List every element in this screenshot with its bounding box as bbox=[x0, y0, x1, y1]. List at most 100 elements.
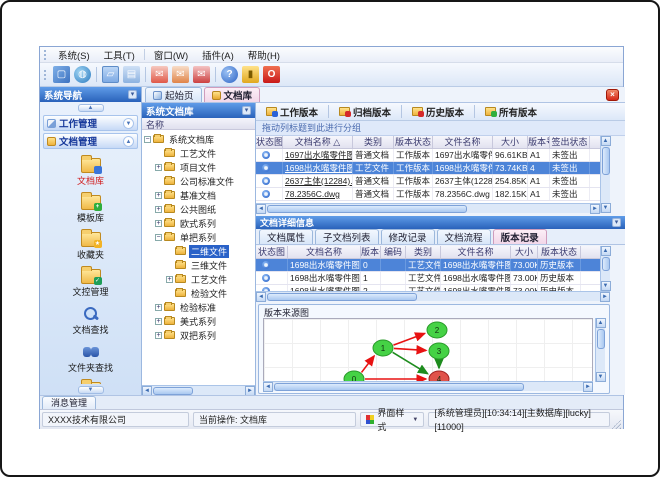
collapse-icon[interactable]: − bbox=[155, 233, 162, 241]
button-工作版本[interactable]: 工作版本 bbox=[260, 104, 324, 120]
tree-item-检验文件[interactable]: 检验文件 bbox=[142, 286, 255, 300]
folder-computer-icon[interactable]: ▤ bbox=[123, 66, 140, 83]
scroll-down-icon[interactable]: ▼ bbox=[600, 203, 611, 213]
expand-icon[interactable]: + bbox=[166, 275, 173, 283]
column-header-文件名称[interactable]: 文件名称 bbox=[441, 246, 511, 258]
sidebar-item-收藏夹[interactable]: ★ 收藏夹 bbox=[46, 227, 136, 263]
scrollbar-thumb[interactable] bbox=[274, 382, 524, 391]
graph-node-2[interactable]: 2 bbox=[426, 321, 448, 339]
scrollbar-thumb[interactable] bbox=[267, 204, 467, 213]
doc-table-horizontal-scrollbar[interactable]: ◄ ► bbox=[256, 203, 600, 214]
tab-版本记录[interactable]: 版本记录 bbox=[492, 229, 547, 244]
scroll-down-icon[interactable]: ▼ bbox=[600, 281, 611, 291]
tree-item-双把系列[interactable]: + 双把系列 bbox=[142, 328, 255, 342]
table-row[interactable]: 1698出水嘴零件图.dwg1工艺文件1698出水嘴零件图.dwg73.00KB… bbox=[256, 272, 600, 285]
mail-forward-icon[interactable]: ✉ bbox=[172, 66, 189, 83]
scroll-up-icon[interactable]: ▲ bbox=[600, 136, 611, 146]
doc-table-vertical-scrollbar[interactable]: ▲ ▼ bbox=[600, 136, 611, 213]
mail-icon[interactable]: ✉ bbox=[151, 66, 168, 83]
tree-item-检验标准[interactable]: + 检验标准 bbox=[142, 300, 255, 314]
column-header-编码[interactable]: 编码 bbox=[381, 246, 406, 258]
tree-item-公共图纸[interactable]: + 公共图纸 bbox=[142, 202, 255, 216]
scrollbar-thumb[interactable] bbox=[153, 386, 193, 395]
close-icon[interactable]: × bbox=[606, 89, 619, 101]
scroll-left-icon[interactable]: ◄ bbox=[256, 203, 266, 214]
table-row[interactable]: 2637主体(12284).dwg普通文档工作版本2637主体(12284).d… bbox=[256, 175, 600, 188]
column-header-文件名称[interactable]: 文件名称 bbox=[433, 136, 493, 148]
expand-icon[interactable]: + bbox=[155, 205, 162, 213]
menu-item-1[interactable]: 系统(S) bbox=[51, 47, 97, 63]
scroll-right-icon[interactable]: ► bbox=[590, 203, 600, 214]
expand-icon[interactable]: + bbox=[155, 303, 162, 311]
graph-horizontal-scrollbar[interactable]: ◄ ► bbox=[263, 381, 593, 392]
pin-icon[interactable]: ▾ bbox=[612, 218, 621, 227]
table-row[interactable]: 1698出水嘴零件图.dwg0工艺文件1698出水嘴零件图.dwg73.00KB… bbox=[256, 259, 600, 272]
menu-item-5[interactable]: 帮助(H) bbox=[241, 47, 287, 63]
expand-icon[interactable]: + bbox=[155, 331, 162, 339]
resize-grip[interactable] bbox=[611, 419, 621, 429]
tab-子文档列表[interactable]: 子文档列表 bbox=[315, 229, 379, 244]
scroll-down-icon[interactable]: ▼ bbox=[595, 372, 606, 382]
scrollbar-thumb[interactable] bbox=[601, 257, 610, 271]
graph-vertical-scrollbar[interactable]: ▲ ▼ bbox=[595, 318, 606, 382]
tree-item-美式系列[interactable]: + 美式系列 bbox=[142, 314, 255, 328]
sidebar-item-文控管理[interactable]: ✓ 文控管理 bbox=[46, 264, 136, 300]
sidebar-item-签出的文档[interactable]: ✓签出的文档 bbox=[46, 377, 136, 384]
ui-style-selector[interactable]: 界面样式 ▼ bbox=[360, 408, 425, 432]
column-header-大小[interactable]: 大小 bbox=[511, 246, 538, 258]
tree-item-欧式系列[interactable]: + 欧式系列 bbox=[142, 216, 255, 230]
chevron-up-icon[interactable]: ▲ bbox=[123, 135, 134, 147]
button-所有版本[interactable]: 所有版本 bbox=[479, 104, 543, 120]
graph-node-1[interactable]: 1 bbox=[372, 339, 394, 357]
scrollbar-thumb[interactable] bbox=[596, 329, 605, 349]
tab-修改记录[interactable]: 修改记录 bbox=[380, 229, 435, 244]
column-header-文档名称[interactable]: 文档名称 △ bbox=[283, 136, 353, 148]
version-table-vertical-scrollbar[interactable]: ▲ ▼ bbox=[600, 246, 611, 291]
tree-item-项目文件[interactable]: + 项目文件 bbox=[142, 160, 255, 174]
monitor-icon[interactable]: ▢ bbox=[53, 66, 70, 83]
sidebar-group-2[interactable]: 文档管理 ▲ bbox=[43, 133, 138, 149]
sidebar-item-文档库[interactable]: 文档库 bbox=[46, 153, 136, 189]
scroll-left-icon[interactable]: ◄ bbox=[263, 381, 273, 392]
tab-文档库[interactable]: 文档库 bbox=[203, 87, 261, 102]
sidebar-item-模板库[interactable]: + 模板库 bbox=[46, 190, 136, 226]
expand-icon[interactable]: + bbox=[155, 163, 162, 171]
button-历史版本[interactable]: 历史版本 bbox=[406, 104, 470, 120]
tree-item-二维文件[interactable]: 二维文件 bbox=[142, 244, 255, 258]
column-header-状态图[interactable]: 状态图 bbox=[256, 246, 288, 258]
lock-icon[interactable]: ▮ bbox=[242, 66, 259, 83]
sidebar-group-1[interactable]: 工作管理 ▼ bbox=[43, 115, 138, 131]
expand-icon[interactable]: + bbox=[155, 219, 162, 227]
globe-icon[interactable]: ◍ bbox=[74, 66, 91, 83]
pin-icon[interactable]: ▾ bbox=[242, 106, 251, 115]
column-header-大小[interactable]: 大小 bbox=[493, 136, 528, 148]
tab-文档流程[interactable]: 文档流程 bbox=[436, 229, 491, 244]
menu-item-4[interactable]: 插件(A) bbox=[195, 47, 241, 63]
collapse-icon[interactable]: − bbox=[144, 135, 151, 143]
tree-horizontal-scrollbar[interactable]: ◄ ► bbox=[142, 385, 255, 396]
tree-column-header[interactable]: 名称 bbox=[142, 118, 255, 130]
version-table-horizontal-scrollbar[interactable]: ◄ ► bbox=[256, 291, 610, 302]
column-header-文档名称[interactable]: 文档名称 bbox=[288, 246, 361, 258]
column-header-版本状态[interactable]: 版本状态 bbox=[394, 136, 433, 148]
tab-起始页[interactable]: 起始页 bbox=[145, 87, 202, 102]
column-header-签出状态[interactable]: 签出状态 bbox=[550, 136, 590, 148]
scroll-left-icon[interactable]: ◄ bbox=[256, 291, 266, 302]
scroll-up-icon[interactable]: ▲ bbox=[595, 318, 606, 328]
mail-delete-icon[interactable]: ✉ bbox=[193, 66, 210, 83]
scrollbar-thumb[interactable] bbox=[267, 292, 417, 301]
tree-item-基准文档[interactable]: + 基准文档 bbox=[142, 188, 255, 202]
column-header-类别[interactable]: 类别 bbox=[353, 136, 394, 148]
help-icon[interactable]: ? bbox=[221, 66, 238, 83]
button-归档版本[interactable]: 归档版本 bbox=[333, 104, 397, 120]
column-header-类别[interactable]: 类别 bbox=[406, 246, 441, 258]
tab-文档属性[interactable]: 文档属性 bbox=[259, 229, 314, 244]
scroll-right-icon[interactable]: ► bbox=[245, 385, 255, 396]
sidebar-item-文件夹查找[interactable]: 文件夹查找 bbox=[46, 339, 136, 376]
collapse-up-button[interactable]: ▲ bbox=[77, 103, 104, 112]
tree-item-单把系列[interactable]: − 单把系列 bbox=[142, 230, 255, 244]
scrollbar-thumb[interactable] bbox=[601, 147, 610, 175]
power-icon[interactable]: O bbox=[263, 66, 280, 83]
tree-item-公司标准文件[interactable]: 公司标准文件 bbox=[142, 174, 255, 188]
expand-icon[interactable]: + bbox=[155, 191, 162, 199]
